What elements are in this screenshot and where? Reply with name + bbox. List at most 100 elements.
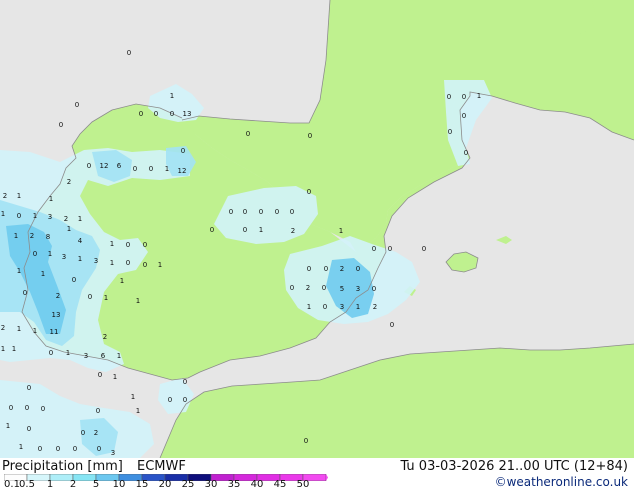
precip-value-label: 0	[33, 250, 37, 258]
scale-tick-label: 1	[46, 479, 54, 490]
precip-value-label: 1	[48, 250, 52, 258]
precip-value-label: 11	[50, 328, 59, 336]
precip-value-label: 3	[94, 257, 98, 265]
precip-value-label: 0	[307, 188, 311, 196]
forecast-datetime: Tu 03-03-2026 21..00 UTC (12+84)	[400, 459, 628, 474]
scale-tick-label: 30	[204, 479, 218, 490]
precip-value-label: 2	[340, 265, 344, 273]
precip-value-label: 0	[27, 384, 31, 392]
precip-value-label: 13	[183, 110, 192, 118]
precip-value-label: 0	[133, 165, 137, 173]
precip-value-label: 5	[340, 285, 344, 293]
precip-value-label: 3	[62, 253, 66, 261]
scale-tick-label: 10	[112, 479, 126, 490]
precip-value-label: 1	[136, 297, 140, 305]
scale-tick-label: 25	[181, 479, 195, 490]
precip-value-label: 1	[17, 325, 21, 333]
precip-value-label: 3	[340, 303, 344, 311]
precip-value-label: 2	[103, 333, 107, 341]
precip-value-label: 1	[104, 294, 108, 302]
precip-value-label: 2	[373, 303, 377, 311]
precip-value-label: 0	[38, 445, 42, 453]
precip-value-label: 2	[67, 178, 71, 186]
legend-title: Precipitation [mm]	[2, 459, 123, 474]
precip-value-label: 0	[275, 208, 279, 216]
precip-value-label: 0	[462, 93, 466, 101]
scale-tick-label: 15	[135, 479, 149, 490]
precip-value-label: 3	[111, 449, 115, 457]
precip-value-label: 2	[306, 284, 310, 292]
precip-value-label: 0	[97, 445, 101, 453]
precip-value-label: 4	[78, 237, 83, 245]
precip-value-label: 1	[110, 240, 114, 248]
precip-value-label: 0	[290, 208, 294, 216]
precip-value-label: 1	[170, 92, 174, 100]
precip-value-label: 0	[49, 349, 53, 357]
precip-value-label: 0	[372, 245, 376, 253]
precip-value-label: 1	[33, 212, 37, 220]
credit-link[interactable]: ©weatheronline.co.uk	[495, 475, 628, 489]
precip-value-label: 2	[30, 232, 34, 240]
precip-value-label: 1	[158, 261, 162, 269]
precip-value-label: 0	[448, 128, 452, 136]
model-name: ECMWF	[137, 459, 186, 474]
weather-map-view: 0 1 0 0 0 0 13 0 0 0 0 0 1 0 0 0 0 12 6 0 0 1 12 0 2 2 1 1 0 1 0 1 3 2 1 0 0…	[0, 0, 634, 490]
precip-value-label: 0	[139, 110, 143, 118]
precip-value-label: 1	[110, 259, 114, 267]
precip-value-label: 2	[1, 324, 5, 332]
scale-tick-label: 0.5	[19, 479, 35, 490]
precip-value-label: 1	[14, 232, 18, 240]
precip-value-label: 1	[78, 255, 82, 263]
precip-value-label: 1	[78, 215, 82, 223]
precip-value-label: 0	[243, 208, 247, 216]
precip-value-label: 3	[48, 213, 52, 221]
precip-value-label: 0	[210, 226, 214, 234]
precip-value-label: 2	[56, 292, 60, 300]
precip-value-label: 0	[304, 437, 308, 445]
precip-value-label: 0	[143, 261, 147, 269]
precip-value-label: 0	[168, 396, 172, 404]
precip-value-label: 8	[46, 233, 50, 241]
precip-value-label: 1	[66, 349, 70, 357]
scale-tick-label: 20	[158, 479, 172, 490]
precip-value-label: 1	[136, 407, 140, 415]
scale-tick-label: 45	[273, 479, 287, 490]
precip-value-label: 12	[100, 162, 109, 170]
precip-value-label: 0	[127, 49, 131, 57]
precip-value-label: 1	[259, 226, 263, 234]
precip-value-label: 1	[113, 373, 117, 381]
precip-value-label: 1	[6, 422, 10, 430]
precip-value-label: 1	[1, 210, 5, 218]
precip-value-label: 1	[19, 443, 23, 451]
precip-value-label: 0	[183, 378, 187, 386]
precip-value-label: 0	[464, 149, 468, 157]
precip-value-label: 1	[49, 195, 53, 203]
precip-value-label: 0	[259, 208, 263, 216]
precip-value-label: 0	[126, 259, 130, 267]
precip-value-label: 0	[322, 284, 326, 292]
precip-value-label: 0	[98, 371, 102, 379]
scale-tick-label: 40	[250, 479, 264, 490]
color-scale-ticks: 0.1 0.5 1 2 5 10 15 20 25 30 35 40 45 50	[0, 480, 340, 490]
precip-value-label: 0	[181, 147, 185, 155]
precip-value-label: 2	[64, 215, 68, 223]
precip-value-label: 0	[183, 396, 187, 404]
precip-value-label: 13	[52, 311, 61, 319]
precip-value-label: 1	[339, 227, 343, 235]
precip-value-label: 1	[165, 165, 169, 173]
precip-value-label: 0	[154, 110, 158, 118]
precip-value-label: 0	[170, 110, 174, 118]
precip-value-label: 0	[81, 429, 85, 437]
precip-value-label: 0	[17, 212, 21, 220]
scale-tick-label: 50	[296, 479, 310, 490]
precip-value-label: 1	[356, 303, 360, 311]
precip-value-label: 0	[243, 226, 247, 234]
precip-value-label: 1	[1, 345, 5, 353]
precip-value-label: 1	[17, 267, 21, 275]
precip-value-label: 0	[73, 445, 77, 453]
precip-value-label: 0	[149, 165, 153, 173]
precipitation-map[interactable]: 0100 0 0 1300 00 0 10000 12 6 0 0 1 12022 1 101 0 1 3 2 10 0…	[0, 0, 634, 458]
precip-value-label: 1	[41, 270, 45, 278]
precip-value-label: 0	[307, 265, 311, 273]
precip-value-label: 2	[291, 227, 295, 235]
